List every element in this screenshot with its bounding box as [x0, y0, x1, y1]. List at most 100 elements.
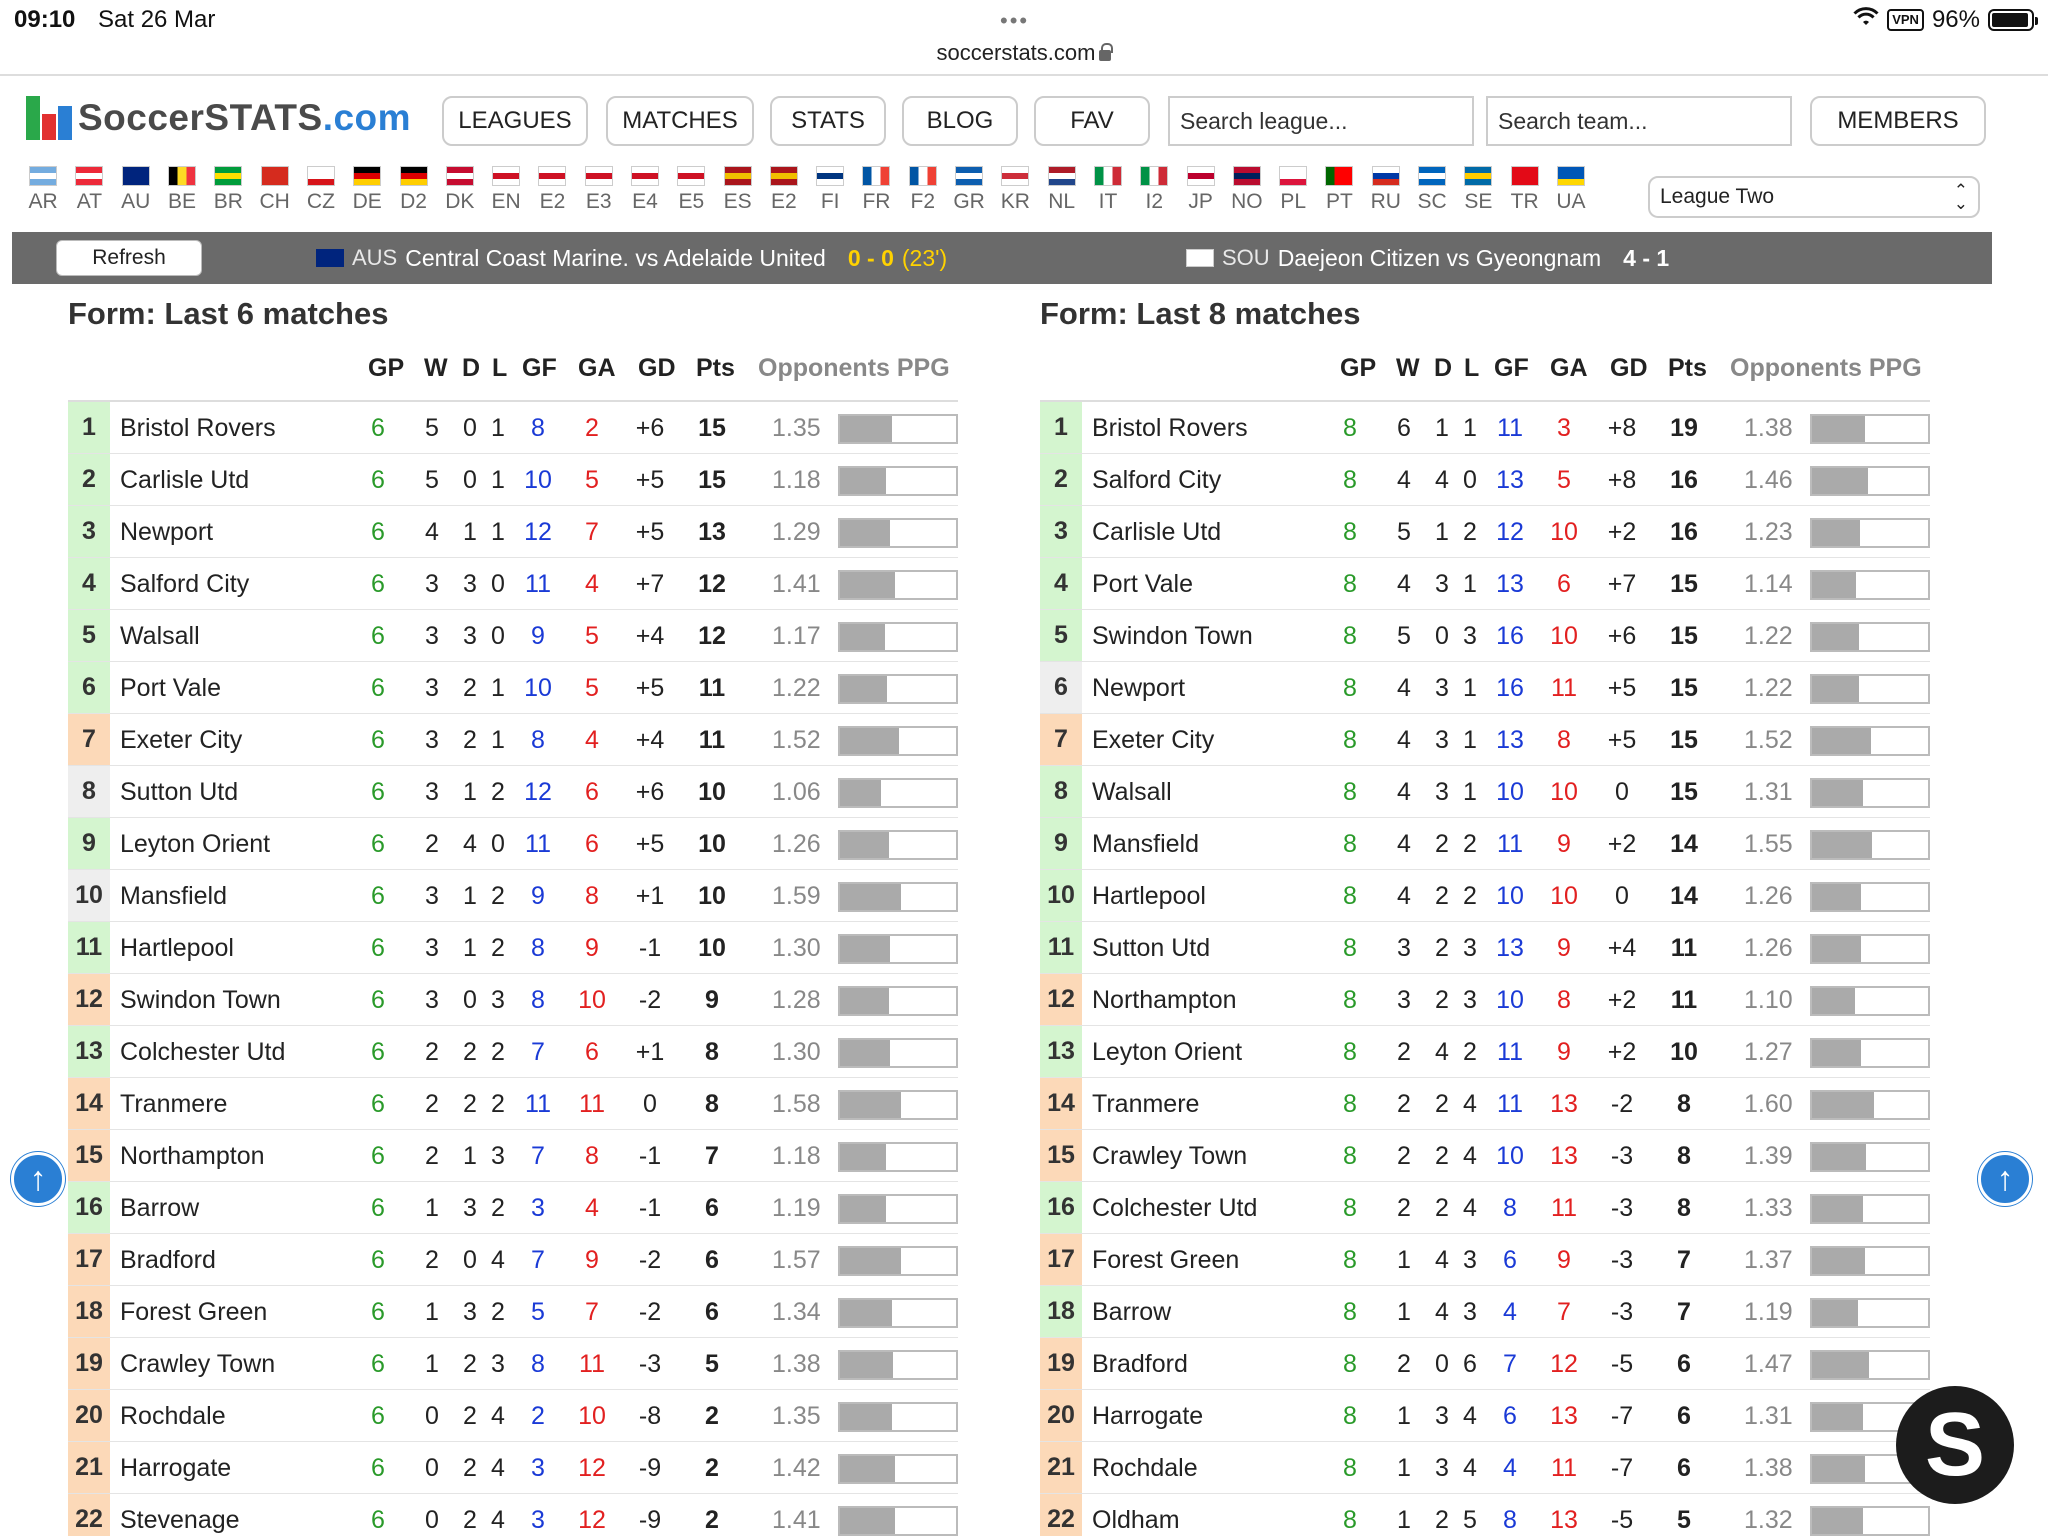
team-link[interactable]: Walsall	[1092, 778, 1172, 807]
flag-ar[interactable]: AR	[20, 166, 66, 226]
team-link[interactable]: Stevenage	[120, 1506, 240, 1535]
team-link[interactable]: Exeter City	[120, 726, 242, 755]
flag-de[interactable]: DE	[344, 166, 390, 226]
team-link[interactable]: Hartlepool	[1092, 882, 1206, 911]
multitask-dots-icon[interactable]: •••	[1000, 8, 1029, 34]
search-league-input[interactable]: Search league...	[1168, 96, 1474, 146]
members-button[interactable]: MEMBERS	[1810, 96, 1986, 146]
team-link[interactable]: Crawley Town	[1092, 1142, 1247, 1171]
team-link[interactable]: Crawley Town	[120, 1350, 275, 1379]
cell-pts: 11	[698, 674, 726, 702]
flag-i2[interactable]: I2	[1131, 166, 1177, 226]
team-link[interactable]: Forest Green	[1092, 1246, 1239, 1275]
flag-dk[interactable]: DK	[437, 166, 483, 226]
flag-f2[interactable]: F2	[900, 166, 946, 226]
team-link[interactable]: Bradford	[120, 1246, 216, 1275]
flag-ru[interactable]: RU	[1363, 166, 1409, 226]
flag-cz[interactable]: CZ	[298, 166, 344, 226]
team-link[interactable]: Port Vale	[120, 674, 221, 703]
team-link[interactable]: Mansfield	[120, 882, 227, 911]
refresh-button[interactable]: Refresh	[56, 240, 202, 276]
flag-e2[interactable]: E2	[761, 166, 807, 226]
team-link[interactable]: Harrogate	[1092, 1402, 1203, 1431]
team-link[interactable]: Hartlepool	[120, 934, 234, 963]
team-link[interactable]: Colchester Utd	[1092, 1194, 1257, 1223]
team-link[interactable]: Colchester Utd	[120, 1038, 285, 1067]
team-link[interactable]: Harrogate	[120, 1454, 231, 1483]
flag-ch[interactable]: CH	[251, 166, 297, 226]
flag-en[interactable]: EN	[483, 166, 529, 226]
scroll-top-left-icon[interactable]: ↑	[11, 1152, 65, 1206]
team-link[interactable]: Tranmere	[1092, 1090, 1199, 1119]
flag-fr[interactable]: FR	[853, 166, 899, 226]
team-link[interactable]: Swindon Town	[120, 986, 281, 1015]
team-link[interactable]: Bradford	[1092, 1350, 1188, 1379]
flag-br[interactable]: BR	[205, 166, 251, 226]
flag-e2[interactable]: E2	[529, 166, 575, 226]
flag-tr[interactable]: TR	[1502, 166, 1548, 226]
flag-e5[interactable]: E5	[668, 166, 714, 226]
team-link[interactable]: Rochdale	[120, 1402, 226, 1431]
live-match[interactable]: SOU Daejeon Citizen vs Gyeongnam 4 - 1	[1186, 240, 1669, 276]
team-link[interactable]: Walsall	[120, 622, 200, 651]
cell-gd: +5	[635, 518, 665, 546]
flag-jp[interactable]: JP	[1177, 166, 1223, 226]
flag-be[interactable]: BE	[159, 166, 205, 226]
address-bar[interactable]: soccerstats.com	[0, 40, 2048, 66]
team-link[interactable]: Newport	[120, 518, 213, 547]
chat-bubble-icon[interactable]: S	[1896, 1386, 2014, 1504]
team-link[interactable]: Carlisle Utd	[120, 466, 249, 495]
flag-d2[interactable]: D2	[390, 166, 436, 226]
team-link[interactable]: Bristol Rovers	[120, 414, 276, 443]
flag-fi[interactable]: FI	[807, 166, 853, 226]
team-link[interactable]: Sutton Utd	[120, 778, 238, 807]
flag-pt[interactable]: PT	[1316, 166, 1362, 226]
leagues-button[interactable]: LEAGUES	[442, 96, 588, 146]
flag-ua[interactable]: UA	[1548, 166, 1594, 226]
team-link[interactable]: Leyton Orient	[120, 830, 270, 859]
flag-au[interactable]: AU	[113, 166, 159, 226]
team-link[interactable]: Mansfield	[1092, 830, 1199, 859]
team-link[interactable]: Northampton	[120, 1142, 265, 1171]
stats-button[interactable]: STATS	[770, 96, 886, 146]
flag-nl[interactable]: NL	[1039, 166, 1085, 226]
team-link[interactable]: Barrow	[1092, 1298, 1171, 1327]
flag-pl[interactable]: PL	[1270, 166, 1316, 226]
team-link[interactable]: Bristol Rovers	[1092, 414, 1248, 443]
flag-sc[interactable]: SC	[1409, 166, 1455, 226]
team-link[interactable]: Barrow	[120, 1194, 199, 1223]
team-link[interactable]: Leyton Orient	[1092, 1038, 1242, 1067]
scroll-top-right-icon[interactable]: ↑	[1978, 1152, 2032, 1206]
flag-se[interactable]: SE	[1455, 166, 1501, 226]
team-link[interactable]: Rochdale	[1092, 1454, 1198, 1483]
flag-e4[interactable]: E4	[622, 166, 668, 226]
flag-gr[interactable]: GR	[946, 166, 992, 226]
team-link[interactable]: Northampton	[1092, 986, 1237, 1015]
team-link[interactable]: Carlisle Utd	[1092, 518, 1221, 547]
team-link[interactable]: Port Vale	[1092, 570, 1193, 599]
cell-pts: 15	[698, 466, 726, 494]
team-link[interactable]: Salford City	[120, 570, 249, 599]
fav-button[interactable]: FAV	[1034, 96, 1150, 146]
flag-it[interactable]: IT	[1085, 166, 1131, 226]
matches-button[interactable]: MATCHES	[606, 96, 754, 146]
search-team-input[interactable]: Search team...	[1486, 96, 1792, 146]
team-link[interactable]: Forest Green	[120, 1298, 267, 1327]
league-select[interactable]: League Two ⌃ ⌄	[1648, 176, 1980, 218]
blog-button[interactable]: BLOG	[902, 96, 1018, 146]
team-link[interactable]: Salford City	[1092, 466, 1221, 495]
flag-es[interactable]: ES	[714, 166, 760, 226]
flag-no[interactable]: NO	[1224, 166, 1270, 226]
site-logo[interactable]: SoccerSTATS.com	[26, 92, 411, 140]
team-link[interactable]: Exeter City	[1092, 726, 1214, 755]
cell-pts: 14	[1670, 830, 1698, 858]
team-link[interactable]: Sutton Utd	[1092, 934, 1210, 963]
live-match[interactable]: AUS Central Coast Marine. vs Adelaide Un…	[316, 240, 947, 276]
team-link[interactable]: Oldham	[1092, 1506, 1180, 1535]
flag-at[interactable]: AT	[66, 166, 112, 226]
flag-kr[interactable]: KR	[992, 166, 1038, 226]
team-link[interactable]: Newport	[1092, 674, 1185, 703]
team-link[interactable]: Swindon Town	[1092, 622, 1253, 651]
flag-e3[interactable]: E3	[576, 166, 622, 226]
team-link[interactable]: Tranmere	[120, 1090, 227, 1119]
